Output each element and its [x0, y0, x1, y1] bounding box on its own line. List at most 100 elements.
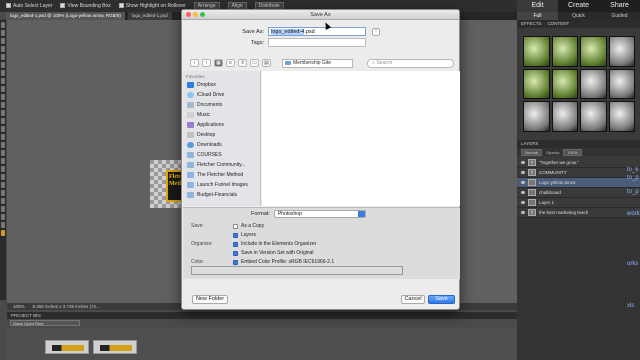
- crop-tool-icon[interactable]: [1, 174, 5, 180]
- sidebar-item-icloud[interactable]: iCloud Drive: [183, 90, 260, 100]
- type-tool-icon[interactable]: [1, 166, 5, 172]
- close-window-icon[interactable]: [186, 12, 191, 17]
- version-set-checkbox[interactable]: [233, 250, 238, 256]
- lasso-tool-icon[interactable]: [1, 62, 5, 68]
- tab-content[interactable]: CONTENT: [548, 20, 570, 28]
- marquee-tool-icon[interactable]: [1, 54, 5, 60]
- sidebar-item-fletcher-community[interactable]: Fletcher Community...: [183, 160, 260, 170]
- eye-icon[interactable]: [521, 191, 525, 194]
- save-button[interactable]: Save: [428, 295, 455, 304]
- zoom-tool-icon[interactable]: [1, 30, 5, 36]
- layers-option[interactable]: Layers: [233, 232, 256, 238]
- red-eye-tool-icon[interactable]: [1, 190, 5, 196]
- zoom-window-icon[interactable]: [200, 12, 205, 17]
- forward-icon[interactable]: ›: [202, 59, 211, 67]
- brush-tool-icon[interactable]: [1, 110, 5, 116]
- effect-thumbnail[interactable]: [580, 36, 607, 67]
- list-view-icon[interactable]: ≡: [226, 59, 235, 67]
- bin-thumbnail[interactable]: [45, 340, 89, 354]
- as-copy-checkbox[interactable]: [233, 223, 238, 229]
- as-copy-option[interactable]: As a Copy: [233, 223, 264, 229]
- sidebar-item-dropbox[interactable]: Dropbox: [183, 80, 260, 90]
- blend-mode-select[interactable]: Normal: [521, 148, 542, 156]
- gradient-tool-icon[interactable]: [1, 126, 5, 132]
- clone-stamp-tool-icon[interactable]: [1, 94, 5, 100]
- submode-full[interactable]: Full: [517, 12, 558, 20]
- highlight-option[interactable]: Show Highlight on Rollover: [118, 3, 186, 9]
- effect-thumbnail[interactable]: [523, 68, 550, 100]
- sidebar-item-fletcher-method[interactable]: The Fletcher Method: [183, 170, 260, 180]
- auto-select-checkbox[interactable]: [6, 3, 11, 9]
- effect-thumbnail[interactable]: [608, 68, 635, 100]
- expand-chevron-icon[interactable]: ⌃: [372, 27, 380, 36]
- file-list-area[interactable]: [262, 71, 460, 206]
- tags-input[interactable]: [268, 38, 366, 47]
- include-organizer-option[interactable]: Include in the Elements Organizer: [233, 241, 316, 247]
- new-folder-button[interactable]: New Folder: [192, 295, 228, 304]
- opacity-field[interactable]: 100%: [563, 148, 582, 156]
- submode-quick[interactable]: Quick: [558, 12, 599, 20]
- effect-thumbnail[interactable]: [608, 101, 635, 132]
- sidebar-item-launch-funnel[interactable]: Launch Funnel Images: [183, 180, 260, 190]
- minimize-window-icon[interactable]: [193, 12, 198, 17]
- move-tool-icon[interactable]: [1, 22, 5, 28]
- hand-tool-icon[interactable]: [1, 38, 5, 44]
- eraser-tool-icon[interactable]: [1, 102, 5, 108]
- include-organizer-checkbox[interactable]: [233, 241, 238, 247]
- effect-thumbnail[interactable]: [551, 101, 578, 132]
- column-view-icon[interactable]: ⫴: [238, 59, 247, 67]
- bin-thumbnail[interactable]: [93, 340, 137, 354]
- layer-row[interactable]: Layer 1: [517, 198, 640, 208]
- bounding-box-checkbox[interactable]: [60, 3, 66, 9]
- eye-icon[interactable]: [521, 211, 525, 214]
- cover-flow-icon[interactable]: ▭: [250, 59, 259, 67]
- sidebar-item-documents[interactable]: Documents: [183, 100, 260, 110]
- sidebar-item-courses[interactable]: COURSES: [183, 150, 260, 160]
- blur-tool-icon[interactable]: [1, 142, 5, 148]
- spot-healing-tool-icon[interactable]: [1, 78, 5, 84]
- auto-select-option[interactable]: Auto Select Layer: [6, 3, 52, 9]
- sidebar-item-music[interactable]: Music: [183, 110, 260, 120]
- sidebar-item-applications[interactable]: Applications: [183, 120, 260, 130]
- straighten-tool-icon[interactable]: [1, 198, 5, 204]
- sidebar-item-desktop[interactable]: Desktop: [183, 130, 260, 140]
- doc-tab[interactable]: logo_edited-1.psd: [127, 12, 173, 20]
- version-set-option[interactable]: Save in Version Set with Original: [233, 250, 314, 256]
- content-move-tool-icon[interactable]: [1, 206, 5, 212]
- project-bin-show-select[interactable]: Show Open Files: [10, 320, 80, 326]
- effect-thumbnail[interactable]: [608, 36, 635, 67]
- submode-guided[interactable]: Guided: [599, 12, 640, 20]
- eyedropper-tool-icon[interactable]: [1, 46, 5, 52]
- format-select[interactable]: Photoshop: [273, 210, 366, 218]
- sponge-tool-icon[interactable]: [1, 150, 5, 156]
- cookie-cutter-tool-icon[interactable]: [1, 214, 5, 220]
- layers-checkbox[interactable]: [233, 232, 238, 238]
- layer-row[interactable]: T COMMUNITY: [517, 168, 640, 178]
- mode-share[interactable]: Share: [599, 0, 640, 12]
- embed-profile-checkbox[interactable]: [233, 259, 238, 265]
- eye-icon[interactable]: [521, 161, 525, 164]
- layer-row[interactable]: chalkboard: [517, 188, 640, 198]
- search-input[interactable]: ⌕ Search: [367, 58, 454, 68]
- recompose-tool-icon[interactable]: [1, 182, 5, 188]
- smart-brush-tool-icon[interactable]: [1, 86, 5, 92]
- mode-edit[interactable]: Edit: [517, 0, 558, 12]
- tab-effects[interactable]: EFFECTS: [521, 20, 542, 28]
- filename-input[interactable]: logo_edited-4.psd: [268, 27, 366, 36]
- eye-icon[interactable]: [521, 201, 525, 204]
- effect-thumbnail[interactable]: [523, 36, 550, 67]
- effect-thumbnail[interactable]: [551, 68, 578, 100]
- effect-thumbnail[interactable]: [551, 36, 578, 67]
- pencil-tool-icon[interactable]: [1, 158, 5, 164]
- shape-tool-icon[interactable]: [1, 134, 5, 140]
- back-icon[interactable]: ‹: [190, 59, 199, 67]
- doc-tab[interactable]: logo_edited-1.psd @ 100% (Logo-yellow ar…: [6, 12, 126, 20]
- embed-profile-option[interactable]: Embed Color Profile: sRGB IEC61966-2.1: [233, 259, 334, 265]
- highlight-checkbox[interactable]: [118, 3, 124, 9]
- bounding-box-option[interactable]: View Bounding Box: [60, 3, 111, 9]
- custom-shape-tool-icon[interactable]: [1, 222, 5, 228]
- eye-icon[interactable]: [521, 171, 525, 174]
- eye-icon[interactable]: [521, 181, 525, 184]
- effect-thumbnail[interactable]: [580, 101, 607, 132]
- arrange-menu-icon[interactable]: ▤: [262, 59, 271, 67]
